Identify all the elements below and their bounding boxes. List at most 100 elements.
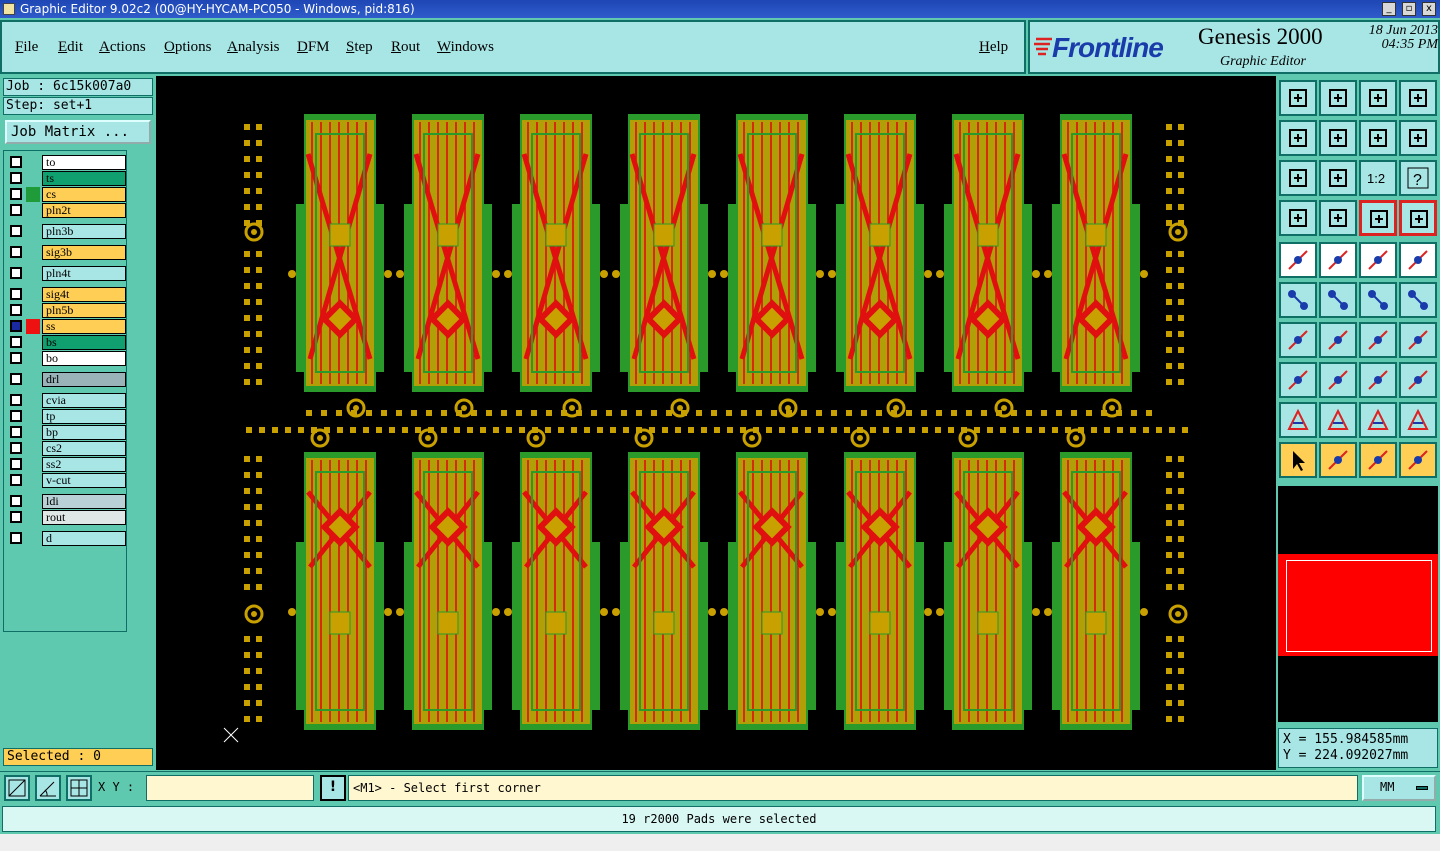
layer-checkbox[interactable] (10, 458, 22, 470)
layer-row-sig3b[interactable]: sig3b (8, 245, 126, 260)
layer-row-bs[interactable]: bs (8, 335, 126, 350)
layer-checkbox[interactable] (10, 373, 22, 385)
undo-tool-button[interactable] (1359, 120, 1397, 156)
layer-name[interactable]: d (42, 531, 126, 546)
menu-dfm[interactable]: DFM (297, 39, 330, 56)
pointer-sel-tool-button[interactable] (1359, 442, 1397, 478)
layer-checkbox[interactable] (10, 511, 22, 523)
layer-name[interactable]: pln4t (42, 266, 126, 281)
layer-name[interactable]: cs2 (42, 441, 126, 456)
snap-center-tool-button[interactable] (1319, 282, 1357, 318)
probe-tool-button[interactable] (1319, 200, 1357, 236)
layer-row-ss[interactable]: ss (8, 319, 126, 334)
route-tool-button[interactable] (1399, 442, 1437, 478)
layer-name[interactable]: ldi (42, 494, 126, 509)
open-tool-button[interactable] (1279, 80, 1317, 116)
layer-checkbox[interactable] (10, 320, 22, 332)
layer-checkbox[interactable] (10, 394, 22, 406)
layer-checkbox[interactable] (10, 267, 22, 279)
layer-checkbox[interactable] (10, 410, 22, 422)
net-tool-button[interactable] (1279, 282, 1317, 318)
line-tool-button[interactable] (1359, 282, 1397, 318)
layer-name[interactable]: sig3b (42, 245, 126, 260)
layer-name[interactable]: bs (42, 335, 126, 350)
layer-checkbox[interactable] (10, 474, 22, 486)
layer-row-ss2[interactable]: ss2 (8, 457, 126, 472)
layer-row-ts[interactable]: ts (8, 171, 126, 186)
close-button[interactable]: x (1422, 2, 1436, 16)
fit-tool-button[interactable] (1279, 160, 1317, 196)
arc-tool-button[interactable] (1359, 322, 1397, 358)
layer-row-pln5b[interactable]: pln5b (8, 303, 126, 318)
pcb-panel-view[interactable] (156, 76, 1276, 770)
feature-tool-button[interactable] (1399, 322, 1437, 358)
layer-name[interactable]: v-cut (42, 473, 126, 488)
triangle-a-tool-button[interactable] (1279, 402, 1317, 438)
layer-name[interactable]: cs (42, 187, 126, 202)
layer-checkbox[interactable] (10, 172, 22, 184)
menu-help[interactable]: Help (979, 39, 1008, 56)
slope-tool-button[interactable] (1319, 322, 1357, 358)
center-tool-button[interactable] (1319, 160, 1357, 196)
save-tool-button[interactable] (1319, 80, 1357, 116)
layer-name[interactable]: sig4t (42, 287, 126, 302)
redo-tool-button[interactable] (1399, 120, 1437, 156)
minimize-button[interactable]: _ (1382, 2, 1396, 16)
layer-checkbox[interactable] (10, 426, 22, 438)
layer-row-drl[interactable]: drl (8, 372, 126, 387)
circle-tool-button[interactable] (1399, 242, 1437, 278)
menu-edit[interactable]: Edit (58, 39, 83, 56)
layer-row-pln2t[interactable]: pln2t (8, 203, 126, 218)
layer-row-cs2[interactable]: cs2 (8, 441, 126, 456)
home-tool-button[interactable] (1359, 80, 1397, 116)
menu-options[interactable]: Options (164, 39, 212, 56)
graphic-canvas[interactable] (156, 76, 1276, 770)
layer-name[interactable]: pln5b (42, 303, 126, 318)
layer-row-sig4t[interactable]: sig4t (8, 287, 126, 302)
snap-tool-1[interactable] (4, 775, 30, 801)
layer-name[interactable]: bp (42, 425, 126, 440)
layer-row-d[interactable]: d (8, 531, 126, 546)
layer-row-tp[interactable]: tp (8, 409, 126, 424)
connect-tool-button[interactable] (1359, 200, 1397, 236)
menu-analysis[interactable]: Analysis (227, 39, 280, 56)
scale-bar-tool-button[interactable] (1359, 242, 1397, 278)
cut-tool-button[interactable] (1319, 362, 1357, 398)
menu-file[interactable]: File (15, 39, 38, 56)
layer-row-rout[interactable]: rout (8, 510, 126, 525)
point-tool-button[interactable] (1399, 282, 1437, 318)
xy-input[interactable] (146, 775, 314, 801)
overview-preview[interactable] (1278, 486, 1438, 722)
layer-checkbox[interactable] (10, 225, 22, 237)
layer-row-to[interactable]: to (8, 155, 126, 170)
layer-row-pln4t[interactable]: pln4t (8, 266, 126, 281)
layer-checkbox[interactable] (10, 532, 22, 544)
layer-row-bp[interactable]: bp (8, 425, 126, 440)
pointer-box-tool-button[interactable] (1319, 442, 1357, 478)
layer-row-ldi[interactable]: ldi (8, 494, 126, 509)
layer-checkbox[interactable] (10, 288, 22, 300)
layer-name[interactable]: drl (42, 372, 126, 387)
snap-tool-2[interactable] (35, 775, 61, 801)
menu-windows[interactable]: Windows (437, 39, 494, 56)
layer-row-cvia[interactable]: cvia (8, 393, 126, 408)
menu-rout[interactable]: Rout (391, 39, 420, 56)
menu-actions[interactable]: Actions (99, 39, 146, 56)
layer-name[interactable]: cvia (42, 393, 126, 408)
ruler-tool-tool-button[interactable] (1279, 200, 1317, 236)
snap-tool-3[interactable] (66, 775, 92, 801)
layer-name[interactable]: tp (42, 409, 126, 424)
step-left-tool-button[interactable] (1279, 120, 1317, 156)
unit-select[interactable]: MM (1362, 775, 1436, 801)
layer-name[interactable]: rout (42, 510, 126, 525)
layer-checkbox[interactable] (10, 442, 22, 454)
connect-2-tool-button[interactable] (1399, 200, 1437, 236)
maximize-button[interactable]: ▫ (1402, 2, 1416, 16)
layer-row-cs[interactable]: cs (8, 187, 126, 202)
scale-tool-button[interactable]: 1:2 (1359, 160, 1397, 196)
layer-checkbox[interactable] (10, 188, 22, 200)
layer-checkbox[interactable] (10, 495, 22, 507)
triangle-c-tool-button[interactable] (1359, 402, 1397, 438)
fit-box-tool-button[interactable] (1359, 362, 1397, 398)
menu-step[interactable]: Step (346, 39, 373, 56)
